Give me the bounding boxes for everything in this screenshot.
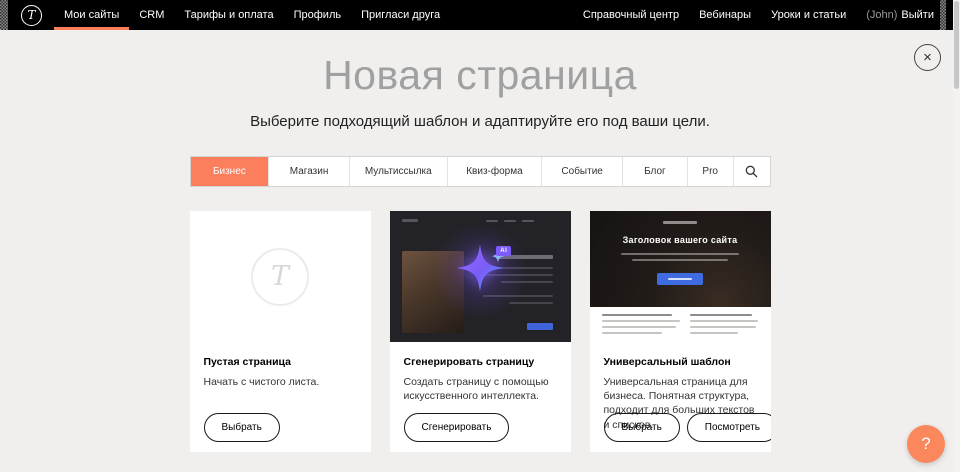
universal-title: Универсальный шаблон <box>604 356 757 368</box>
template-cards: T Пустая страница Начать с чистого листа… <box>190 211 771 452</box>
generate-title: Сгенерировать страницу <box>404 356 557 368</box>
new-page-modal: × Новая страница Выберите подходящий шаб… <box>0 30 960 472</box>
preview-decor <box>621 253 739 255</box>
window-edge-pattern-left <box>0 0 8 30</box>
help-button[interactable]: ? <box>907 425 945 463</box>
blank-page-description: Начать с чистого листа. <box>204 375 357 389</box>
universal-preview-heading: Заголовок вашего сайта <box>590 235 771 245</box>
blank-page-actions: Выбрать <box>204 413 280 442</box>
blank-page-preview: T <box>190 211 371 342</box>
card-generate-page[interactable]: AI Сгенерировать страницу Создать страни… <box>390 211 571 452</box>
tab-multilink[interactable]: Мультиссылка <box>350 157 448 186</box>
tab-event[interactable]: Событие <box>542 157 623 186</box>
tilda-logo[interactable]: T <box>21 5 42 26</box>
preview-decor <box>663 221 697 224</box>
tilda-mark-icon: T <box>251 248 309 306</box>
user-area: (John) Выйти <box>856 0 940 30</box>
preview-decor <box>602 320 680 322</box>
tab-search[interactable] <box>734 157 770 186</box>
nav-my-sites[interactable]: Мои сайты <box>54 0 129 30</box>
nav-logout[interactable]: Выйти <box>901 9 934 21</box>
preview-decor <box>690 314 752 316</box>
preview-decor <box>690 332 738 334</box>
nav-invite-friend[interactable]: Пригласи друга <box>351 0 450 30</box>
generate-body: Сгенерировать страницу Создать страницу … <box>390 342 571 403</box>
generate-description: Создать страницу с помощью искусственног… <box>404 375 557 403</box>
blank-page-body: Пустая страница Начать с чистого листа. <box>190 342 371 389</box>
scrollbar[interactable] <box>953 0 960 472</box>
nav-profile[interactable]: Профиль <box>284 0 352 30</box>
close-button[interactable]: × <box>914 44 941 71</box>
nav-help-center[interactable]: Справочный центр <box>573 0 689 30</box>
tab-business[interactable]: Бизнес <box>191 157 270 186</box>
page-subtitle: Выберите подходящий шаблон и адаптируйте… <box>0 113 960 130</box>
nav-webinars[interactable]: Вебинары <box>689 0 761 30</box>
preview-decor <box>690 326 756 328</box>
card-universal-template[interactable]: Заголовок вашего сайта <box>590 211 771 452</box>
generate-button[interactable]: Сгенерировать <box>404 413 510 442</box>
screen: T Мои сайты CRM Тарифы и оплата Профиль … <box>0 0 960 472</box>
card-blank-page[interactable]: T Пустая страница Начать с чистого листа… <box>190 211 371 452</box>
nav-lessons-articles[interactable]: Уроки и статьи <box>761 0 856 30</box>
generate-actions: Сгенерировать <box>404 413 510 442</box>
universal-select-button[interactable]: Выбрать <box>604 413 680 442</box>
preview-cta-button <box>657 273 703 285</box>
nav-right: Справочный центр Вебинары Уроки и статьи… <box>573 0 940 30</box>
tilda-logo-letter: T <box>27 9 35 21</box>
user-name: (John) <box>866 9 897 21</box>
universal-preview-hero: Заголовок вашего сайта <box>590 211 771 307</box>
tab-shop[interactable]: Магазин <box>269 157 350 186</box>
tab-blog[interactable]: Блог <box>623 157 688 186</box>
generate-preview: AI <box>390 211 571 342</box>
universal-view-button[interactable]: Посмотреть <box>687 413 771 442</box>
tab-pro[interactable]: Pro <box>688 157 734 186</box>
blank-select-button[interactable]: Выбрать <box>204 413 280 442</box>
nav-crm[interactable]: CRM <box>129 0 174 30</box>
preview-decor <box>602 314 672 316</box>
search-icon <box>745 165 758 178</box>
page-title: Новая страница <box>0 30 960 99</box>
universal-actions: Выбрать Посмотреть <box>604 413 771 442</box>
tilda-mark-letter: T <box>271 261 289 292</box>
window-edge-pattern-right <box>940 0 946 30</box>
preview-decor <box>602 332 662 334</box>
universal-preview-text-section <box>590 307 771 342</box>
universal-preview: Заголовок вашего сайта <box>590 211 771 342</box>
preview-decor <box>602 326 676 328</box>
top-nav: T Мои сайты CRM Тарифы и оплата Профиль … <box>0 0 960 30</box>
nav-left: Мои сайты CRM Тарифы и оплата Профиль Пр… <box>54 0 450 30</box>
preview-decor <box>690 320 758 322</box>
preview-decor <box>632 259 728 261</box>
template-tabs: Бизнес Магазин Мультиссылка Квиз-форма С… <box>190 156 771 187</box>
nav-plans-payment[interactable]: Тарифы и оплата <box>174 0 283 30</box>
ai-badge: AI <box>496 246 511 256</box>
scrollbar-thumb[interactable] <box>954 1 959 89</box>
tab-quiz-form[interactable]: Квиз-форма <box>448 157 543 186</box>
blank-page-title: Пустая страница <box>204 356 357 368</box>
